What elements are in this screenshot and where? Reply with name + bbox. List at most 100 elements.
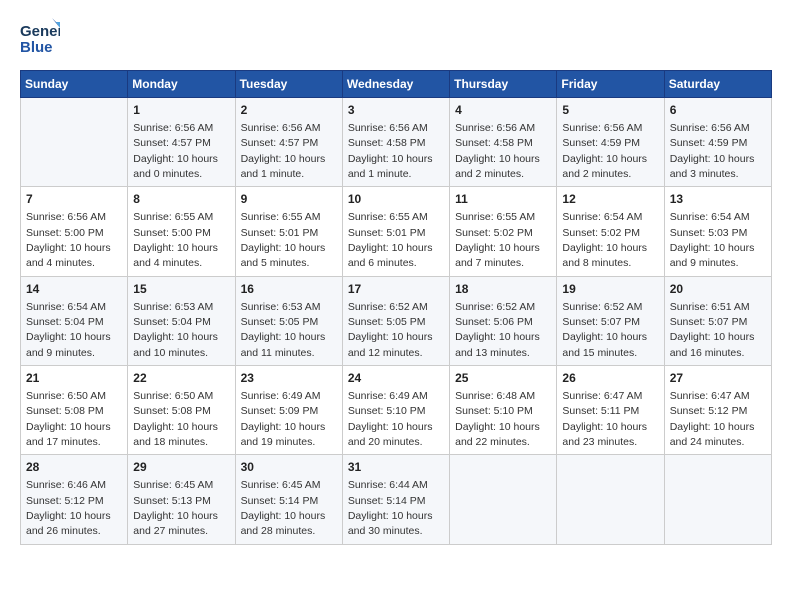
calendar-cell: 16 Sunrise: 6:53 AM Sunset: 5:05 PM Dayli… [235,276,342,365]
day-number: 30 [241,459,337,476]
day-info: Sunrise: 6:52 AM Sunset: 5:06 PM Dayligh… [455,301,540,359]
day-info: Sunrise: 6:55 AM Sunset: 5:02 PM Dayligh… [455,211,540,269]
day-info: Sunrise: 6:44 AM Sunset: 5:14 PM Dayligh… [348,479,433,537]
day-number: 26 [562,370,658,387]
day-number: 31 [348,459,444,476]
day-number: 9 [241,191,337,208]
day-number: 23 [241,370,337,387]
calendar-cell: 2 Sunrise: 6:56 AM Sunset: 4:57 PM Daylig… [235,98,342,187]
day-number: 4 [455,102,551,119]
calendar-cell: 8 Sunrise: 6:55 AM Sunset: 5:00 PM Daylig… [128,187,235,276]
day-number: 12 [562,191,658,208]
day-number: 16 [241,281,337,298]
day-number: 10 [348,191,444,208]
calendar-week-row: 7 Sunrise: 6:56 AM Sunset: 5:00 PM Daylig… [21,187,772,276]
day-info: Sunrise: 6:56 AM Sunset: 5:00 PM Dayligh… [26,211,111,269]
calendar-cell: 31 Sunrise: 6:44 AM Sunset: 5:14 PM Dayli… [342,455,449,544]
day-info: Sunrise: 6:47 AM Sunset: 5:11 PM Dayligh… [562,390,647,448]
day-number: 24 [348,370,444,387]
calendar-cell: 11 Sunrise: 6:55 AM Sunset: 5:02 PM Dayli… [450,187,557,276]
day-info: Sunrise: 6:51 AM Sunset: 5:07 PM Dayligh… [670,301,755,359]
day-number: 11 [455,191,551,208]
day-number: 29 [133,459,229,476]
calendar-cell: 6 Sunrise: 6:56 AM Sunset: 4:59 PM Daylig… [664,98,771,187]
day-info: Sunrise: 6:56 AM Sunset: 4:59 PM Dayligh… [670,122,755,180]
day-number: 21 [26,370,122,387]
day-info: Sunrise: 6:52 AM Sunset: 5:07 PM Dayligh… [562,301,647,359]
calendar-cell: 27 Sunrise: 6:47 AM Sunset: 5:12 PM Dayli… [664,366,771,455]
header-tuesday: Tuesday [235,71,342,98]
day-number: 8 [133,191,229,208]
calendar-cell: 13 Sunrise: 6:54 AM Sunset: 5:03 PM Dayli… [664,187,771,276]
calendar-cell: 22Sunrise: 6:50 AM Sunset: 5:08 PM Dayli… [128,366,235,455]
header-thursday: Thursday [450,71,557,98]
calendar-cell: 29 Sunrise: 6:45 AM Sunset: 5:13 PM Dayli… [128,455,235,544]
day-info: Sunrise: 6:45 AM Sunset: 5:13 PM Dayligh… [133,479,218,537]
calendar-cell [664,455,771,544]
calendar-cell: 12 Sunrise: 6:54 AM Sunset: 5:02 PM Dayli… [557,187,664,276]
day-info: Sunrise: 6:53 AM Sunset: 5:04 PM Dayligh… [133,301,218,359]
calendar-cell: 26 Sunrise: 6:47 AM Sunset: 5:11 PM Dayli… [557,366,664,455]
header-friday: Friday [557,71,664,98]
header-sunday: Sunday [21,71,128,98]
calendar-week-row: 1 Sunrise: 6:56 AM Sunset: 4:57 PM Daylig… [21,98,772,187]
calendar-cell: 15 Sunrise: 6:53 AM Sunset: 5:04 PM Dayli… [128,276,235,365]
day-info: Sunrise: 6:55 AM Sunset: 5:00 PM Dayligh… [133,211,218,269]
day-number: 7 [26,191,122,208]
calendar-cell: 7 Sunrise: 6:56 AM Sunset: 5:00 PM Daylig… [21,187,128,276]
day-info: Sunrise: 6:54 AM Sunset: 5:04 PM Dayligh… [26,301,111,359]
calendar-cell: 19 Sunrise: 6:52 AM Sunset: 5:07 PM Dayli… [557,276,664,365]
day-number: 25 [455,370,551,387]
day-info: Sunrise: 6:52 AM Sunset: 5:05 PM Dayligh… [348,301,433,359]
calendar-cell: 1 Sunrise: 6:56 AM Sunset: 4:57 PM Daylig… [128,98,235,187]
calendar-cell: 28 Sunrise: 6:46 AM Sunset: 5:12 PM Dayli… [21,455,128,544]
day-number: 6 [670,102,766,119]
day-number: 19 [562,281,658,298]
calendar-cell: 3Sunrise: 6:56 AM Sunset: 4:58 PM Daylig… [342,98,449,187]
day-number: 15 [133,281,229,298]
calendar-cell: 25 Sunrise: 6:48 AM Sunset: 5:10 PM Dayli… [450,366,557,455]
day-info: Sunrise: 6:56 AM Sunset: 4:57 PM Dayligh… [133,122,218,180]
day-number: 14 [26,281,122,298]
day-info: Sunrise: 6:54 AM Sunset: 5:02 PM Dayligh… [562,211,647,269]
day-number: 18 [455,281,551,298]
day-info: Sunrise: 6:56 AM Sunset: 4:59 PM Dayligh… [562,122,647,180]
day-info: Sunrise: 6:56 AM Sunset: 4:58 PM Dayligh… [455,122,540,180]
day-info: Sunrise: 6:49 AM Sunset: 5:10 PM Dayligh… [348,390,433,448]
calendar-cell: 5 Sunrise: 6:56 AM Sunset: 4:59 PM Daylig… [557,98,664,187]
calendar-cell: 9 Sunrise: 6:55 AM Sunset: 5:01 PM Daylig… [235,187,342,276]
day-info: Sunrise: 6:54 AM Sunset: 5:03 PM Dayligh… [670,211,755,269]
day-number: 27 [670,370,766,387]
day-info: Sunrise: 6:56 AM Sunset: 4:57 PM Dayligh… [241,122,326,180]
calendar-cell: 18 Sunrise: 6:52 AM Sunset: 5:06 PM Dayli… [450,276,557,365]
calendar-header-row: SundayMondayTuesdayWednesdayThursdayFrid… [21,71,772,98]
day-number: 3 [348,102,444,119]
calendar-cell: 21 Sunrise: 6:50 AM Sunset: 5:08 PM Dayli… [21,366,128,455]
calendar-cell: 24 Sunrise: 6:49 AM Sunset: 5:10 PM Dayli… [342,366,449,455]
page-header: General Blue [20,16,772,60]
day-info: Sunrise: 6:47 AM Sunset: 5:12 PM Dayligh… [670,390,755,448]
day-number: 28 [26,459,122,476]
logo-svg: General Blue [20,16,60,60]
day-info: Sunrise: 6:46 AM Sunset: 5:12 PM Dayligh… [26,479,111,537]
calendar-cell [21,98,128,187]
svg-text:General: General [20,23,60,40]
day-number: 5 [562,102,658,119]
calendar-cell: 23 Sunrise: 6:49 AM Sunset: 5:09 PM Dayli… [235,366,342,455]
day-info: Sunrise: 6:49 AM Sunset: 5:09 PM Dayligh… [241,390,326,448]
day-number: 13 [670,191,766,208]
calendar-cell: 20Sunrise: 6:51 AM Sunset: 5:07 PM Dayli… [664,276,771,365]
day-info: Sunrise: 6:48 AM Sunset: 5:10 PM Dayligh… [455,390,540,448]
day-number: 1 [133,102,229,119]
header-monday: Monday [128,71,235,98]
calendar-cell [450,455,557,544]
calendar-cell: 14 Sunrise: 6:54 AM Sunset: 5:04 PM Dayli… [21,276,128,365]
logo: General Blue [20,16,60,60]
day-info: Sunrise: 6:55 AM Sunset: 5:01 PM Dayligh… [241,211,326,269]
day-info: Sunrise: 6:53 AM Sunset: 5:05 PM Dayligh… [241,301,326,359]
calendar-cell: 10Sunrise: 6:55 AM Sunset: 5:01 PM Dayli… [342,187,449,276]
calendar-cell [557,455,664,544]
calendar-cell: 17Sunrise: 6:52 AM Sunset: 5:05 PM Dayli… [342,276,449,365]
day-info: Sunrise: 6:50 AM Sunset: 5:08 PM Dayligh… [26,390,111,448]
day-number: 2 [241,102,337,119]
